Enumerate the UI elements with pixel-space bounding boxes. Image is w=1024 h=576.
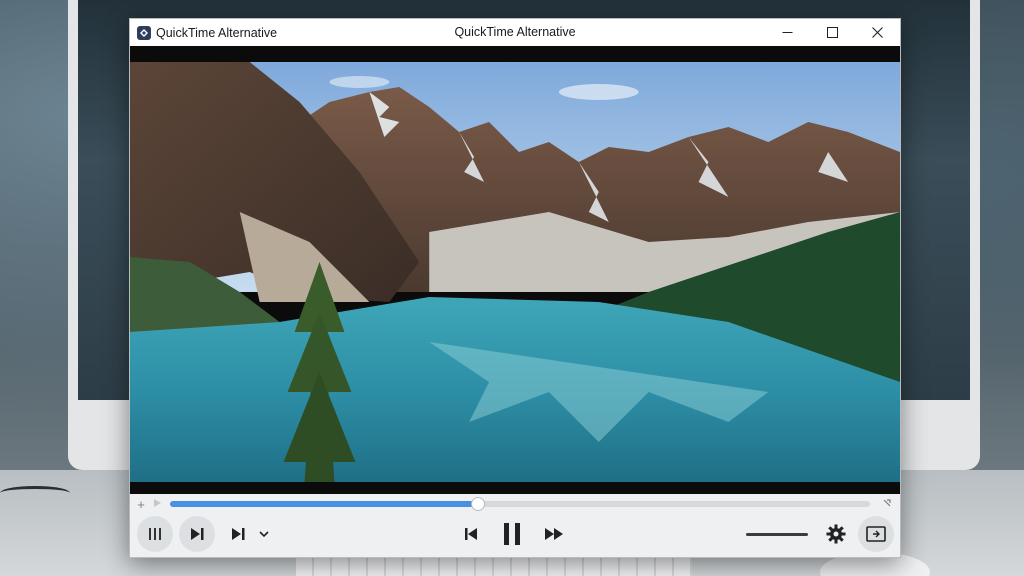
chevron-down-icon — [259, 531, 269, 538]
seek-bar[interactable] — [170, 497, 870, 511]
skip-forward-button[interactable] — [220, 516, 256, 552]
pause-icon — [504, 523, 520, 545]
fast-forward-button[interactable] — [536, 516, 572, 552]
screen-cast-icon — [866, 526, 886, 542]
small-play-icon[interactable] — [152, 495, 164, 513]
video-frame — [130, 62, 900, 482]
maximize-icon — [827, 27, 838, 38]
seek-row: + — [130, 496, 900, 512]
seek-progress — [170, 501, 478, 507]
minimize-button[interactable] — [765, 19, 810, 46]
next-frame-icon — [191, 528, 204, 540]
pause-button[interactable] — [494, 516, 530, 552]
expand-icon[interactable] — [882, 498, 894, 511]
playback-controls: + — [130, 494, 900, 557]
background-cable — [0, 486, 70, 500]
title-bar[interactable]: QuickTime Alternative QuickTime Alternat… — [130, 19, 900, 46]
screen-cast-button[interactable] — [858, 516, 894, 552]
button-row — [130, 514, 900, 556]
plus-icon[interactable]: + — [134, 497, 148, 512]
seek-thumb[interactable] — [471, 497, 485, 511]
settings-button[interactable] — [818, 516, 854, 552]
skip-forward-icon — [232, 528, 245, 540]
close-button[interactable] — [855, 19, 900, 46]
app-icon — [137, 25, 151, 40]
next-frame-button[interactable] — [179, 516, 215, 552]
volume-slider[interactable] — [746, 533, 808, 536]
playlist-button[interactable] — [137, 516, 173, 552]
app-window: QuickTime Alternative QuickTime Alternat… — [129, 18, 901, 558]
previous-button[interactable] — [453, 516, 489, 552]
window-controls — [765, 19, 900, 46]
landscape-image — [130, 62, 900, 482]
skip-previous-icon — [465, 528, 477, 540]
fast-forward-icon — [545, 528, 563, 540]
video-area[interactable] — [130, 46, 900, 494]
playlist-icon — [149, 528, 161, 540]
options-dropdown[interactable] — [252, 516, 276, 552]
close-icon — [872, 27, 883, 38]
background-keyboard — [296, 556, 692, 576]
settings-icon — [826, 524, 846, 544]
maximize-button[interactable] — [810, 19, 855, 46]
minimize-icon — [782, 32, 793, 33]
app-name: QuickTime Alternative — [156, 25, 278, 40]
